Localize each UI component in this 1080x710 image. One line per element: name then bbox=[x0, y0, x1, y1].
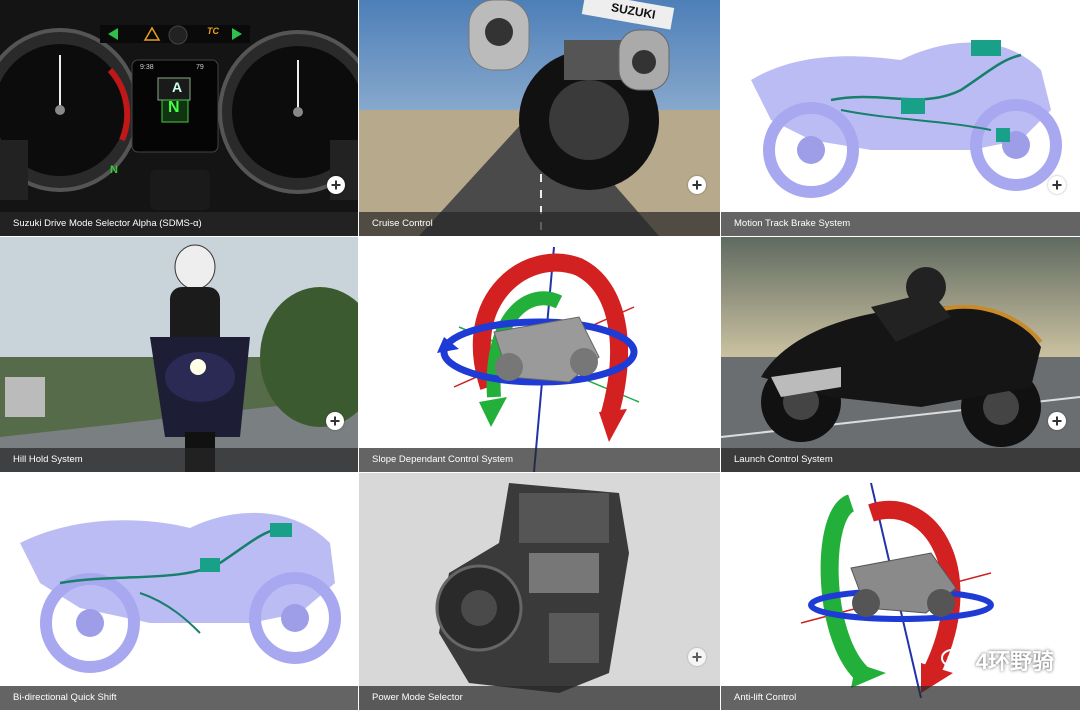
tile-hill-hold[interactable]: Hill Hold System bbox=[0, 237, 358, 472]
watermark: 4环野骑 bbox=[940, 644, 1054, 676]
expand-plus-icon[interactable] bbox=[326, 412, 344, 430]
tile-motion-track-brake[interactable]: Motion Track Brake System bbox=[721, 0, 1080, 236]
caption-anti-lift: Anti-lift Control bbox=[721, 686, 1080, 710]
expand-plus-icon[interactable] bbox=[1048, 412, 1066, 430]
caption-motion-track-brake: Motion Track Brake System bbox=[721, 212, 1080, 236]
tile-launch-control[interactable]: Launch Control System bbox=[721, 237, 1080, 472]
hill-hold-image bbox=[0, 237, 358, 472]
neutral-indicator: N bbox=[110, 164, 118, 176]
expand-plus-icon[interactable] bbox=[688, 648, 706, 666]
feature-grid: A N N TC 9:38 79 Suzuki Drive Mode Selec… bbox=[0, 0, 1080, 710]
ghost-bike-brake-image bbox=[721, 0, 1080, 236]
odo-readout: 79 bbox=[196, 64, 204, 71]
caption-hill-hold: Hill Hold System bbox=[0, 448, 358, 472]
watermark-text: 4环野骑 bbox=[975, 649, 1054, 674]
ghost-bike-shift-image bbox=[0, 473, 358, 710]
mode-letter: A bbox=[172, 79, 183, 95]
launch-control-image bbox=[721, 237, 1080, 472]
tile-power-mode[interactable]: Power Mode Selector bbox=[359, 473, 720, 710]
cruise-image bbox=[359, 0, 720, 236]
caption-slope-dependant: Slope Dependant Control System bbox=[359, 448, 720, 472]
expand-plus-icon[interactable] bbox=[688, 176, 706, 194]
tile-sdms[interactable]: A N N TC 9:38 79 Suzuki Drive Mode Selec… bbox=[0, 0, 358, 236]
caption-cruise-control: Cruise Control bbox=[359, 212, 720, 236]
tc-indicator: TC bbox=[207, 26, 219, 36]
wechat-logo-icon bbox=[940, 649, 969, 671]
expand-plus-icon[interactable] bbox=[327, 176, 345, 194]
tile-slope-dependant[interactable]: Slope Dependant Control System bbox=[359, 237, 720, 472]
expand-plus-icon[interactable] bbox=[1048, 176, 1066, 194]
dashboard-image bbox=[0, 0, 358, 236]
tile-quick-shift[interactable]: Bi-directional Quick Shift bbox=[0, 473, 358, 710]
slope-diagram-image bbox=[359, 237, 720, 472]
gear-indicator: N bbox=[168, 99, 180, 116]
tile-cruise-control[interactable]: SUZUKI Cruise Control bbox=[359, 0, 720, 236]
caption-launch-control: Launch Control System bbox=[721, 448, 1080, 472]
clock-readout: 9:38 bbox=[140, 64, 154, 71]
caption-power-mode: Power Mode Selector bbox=[359, 686, 720, 710]
caption-sdms: Suzuki Drive Mode Selector Alpha (SDMS-α… bbox=[0, 212, 358, 236]
caption-quick-shift: Bi-directional Quick Shift bbox=[0, 686, 358, 710]
engine-image bbox=[359, 473, 720, 710]
